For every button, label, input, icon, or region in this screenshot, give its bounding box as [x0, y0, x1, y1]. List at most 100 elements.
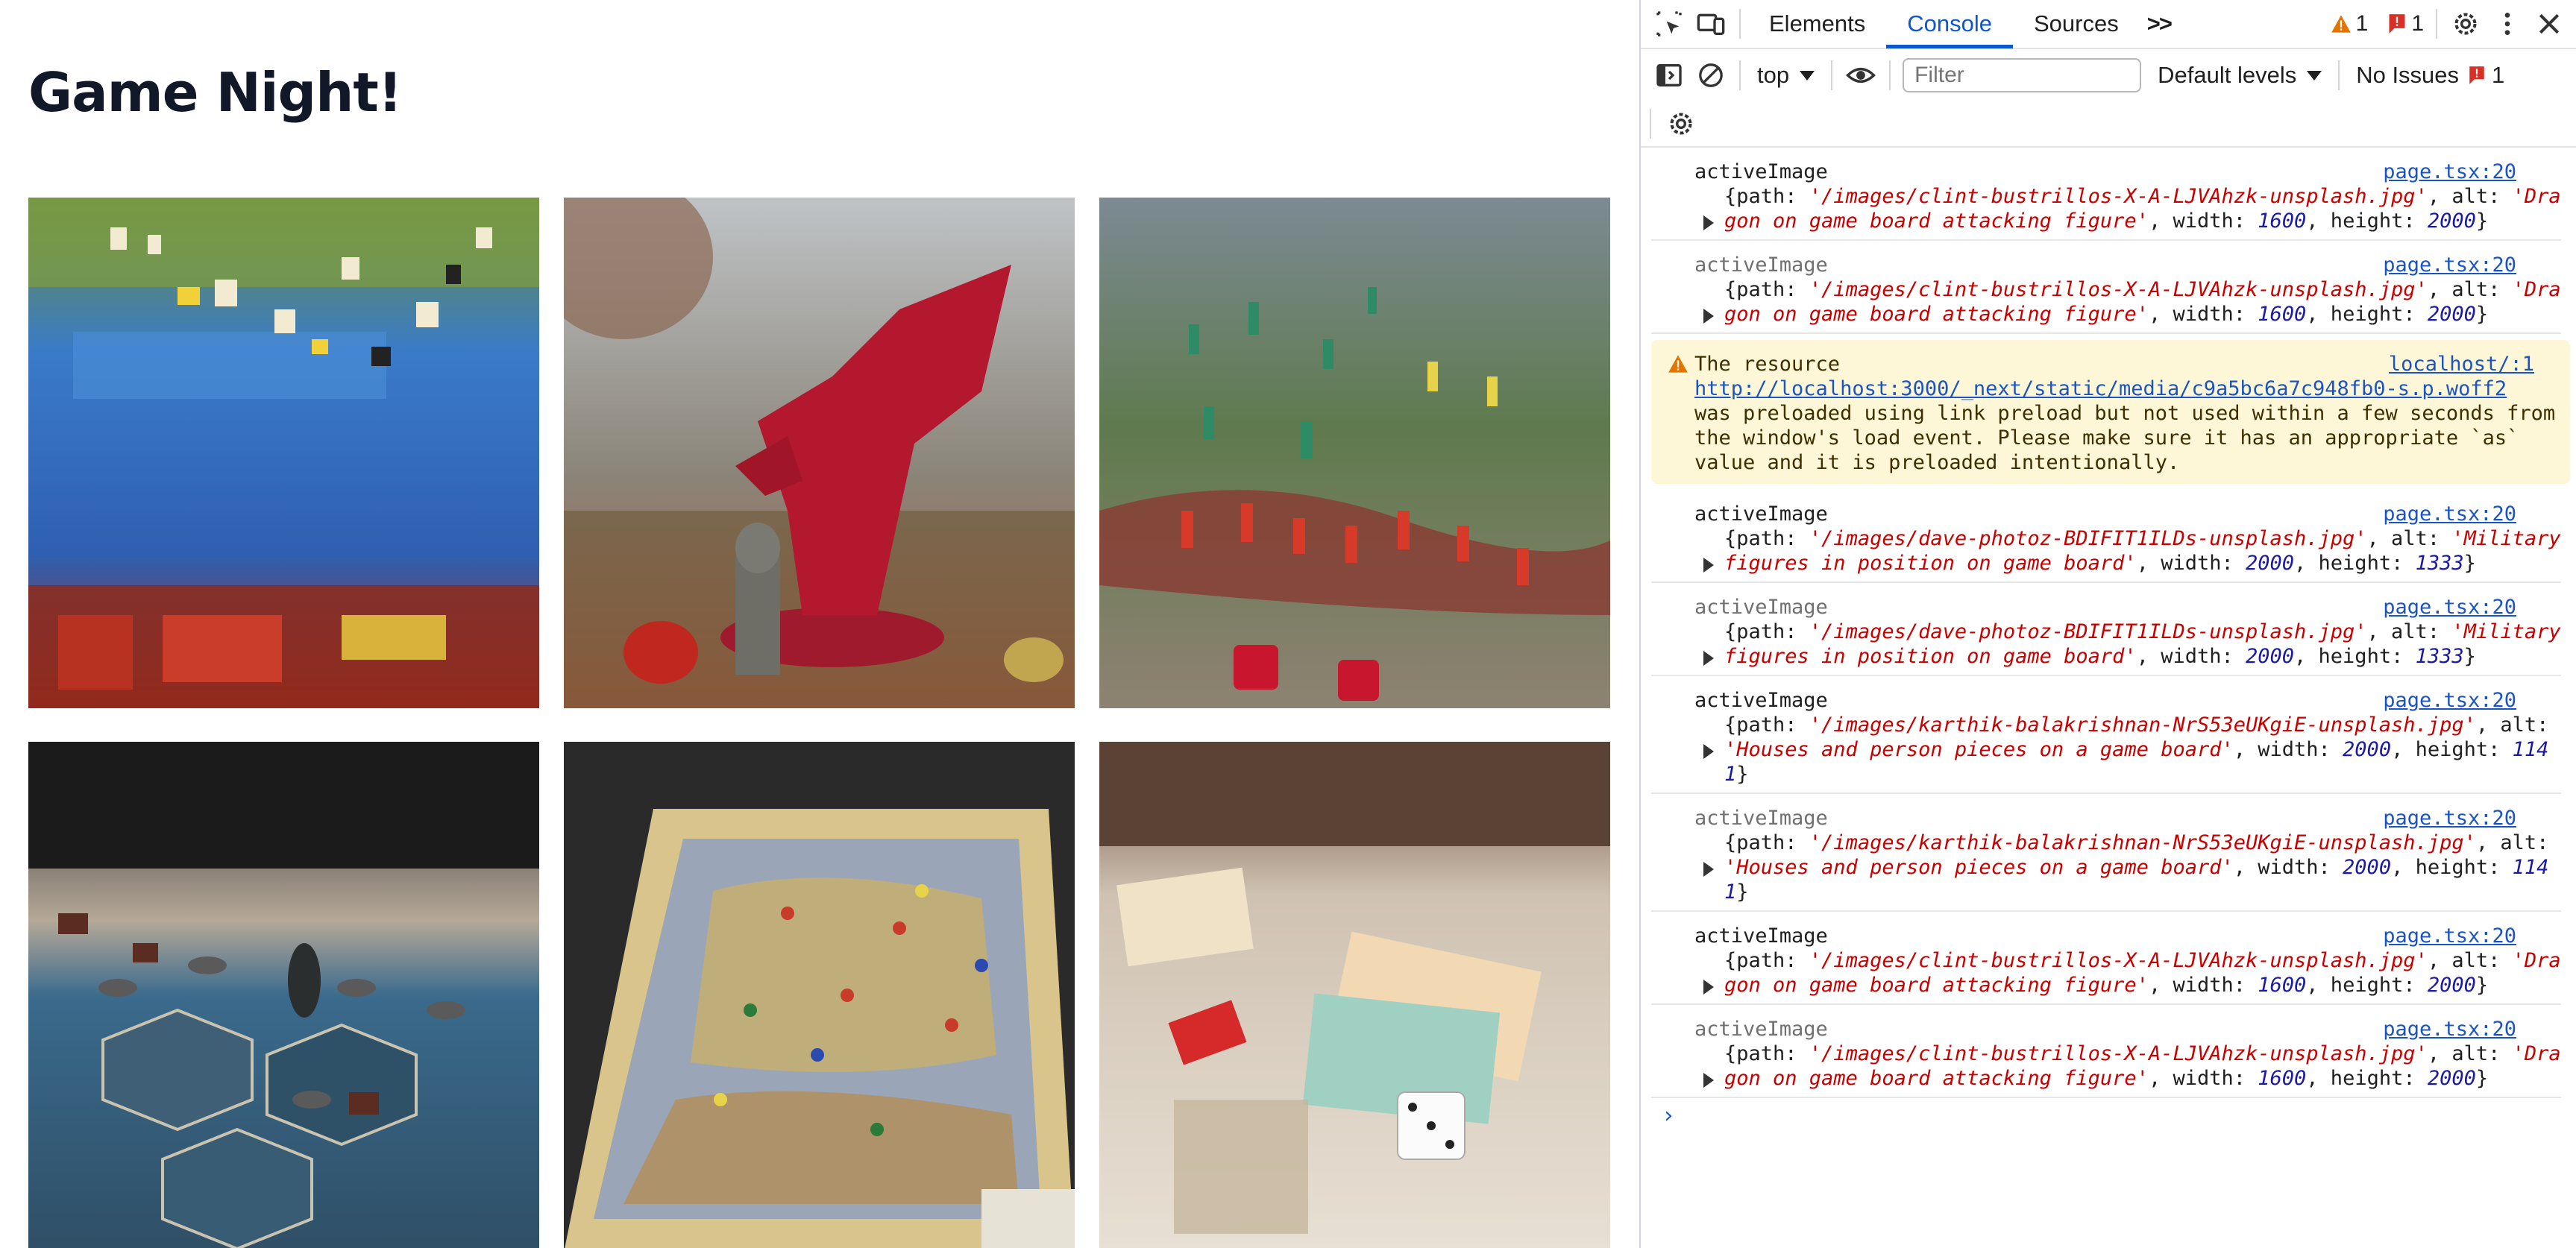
game-image-3[interactable] [1099, 198, 1610, 708]
object-height-value: 2000 [2427, 974, 2476, 997]
log-object-preview[interactable]: {path: '/images/clint-bustrillos-X-A-LJV… [1703, 948, 2561, 998]
expand-triangle-icon[interactable] [1703, 215, 1714, 230]
context-label: top [1757, 62, 1790, 88]
log-label: activeImage [1694, 807, 1828, 830]
game-image-5[interactable] [564, 742, 1075, 1248]
devtools-panel: Elements Console Sources >> 1 1 top Filt… [1639, 0, 2576, 1248]
errors-badge[interactable]: 1 [2387, 11, 2424, 37]
expand-triangle-icon[interactable] [1703, 558, 1714, 573]
console-message-list: activeImage page.tsx:20 {path: '/images/cl… [1641, 148, 2576, 1098]
object-width-value: 1600 [2258, 974, 2307, 997]
clear-console-icon[interactable] [1690, 54, 1732, 96]
errors-count: 1 [2411, 11, 2424, 36]
object-path-value: '/images/clint-bustrillos-X-A-LJVAhzk-un… [1809, 278, 2428, 301]
warning-text-after: was preloaded using link preload but not… [1694, 402, 2556, 474]
log-object-preview[interactable]: {path: '/images/dave-photoz-BDIFIT1ILDs-… [1703, 526, 2561, 576]
toolbar-separator [1739, 9, 1741, 39]
message-source-link[interactable]: localhost/:1 [2389, 352, 2534, 376]
more-tabs-button[interactable]: >> [2140, 0, 2178, 48]
toolbar-separator [1889, 60, 1891, 90]
game-image-2[interactable] [564, 198, 1075, 708]
issues-button[interactable]: No Issues 1 [2356, 62, 2504, 89]
chevron-down-icon [1800, 70, 1815, 81]
console-log-message: activeImage page.tsx:20 {path: '/images/cl… [1651, 1005, 2561, 1098]
log-label: activeImage [1694, 1018, 1828, 1041]
log-object-preview[interactable]: {path: '/images/dave-photoz-BDIFIT1ILDs-… [1703, 620, 2561, 669]
message-source-link[interactable]: page.tsx:20 [2383, 160, 2516, 184]
toolbar-separator [2436, 9, 2437, 39]
tab-elements[interactable]: Elements [1748, 0, 1886, 48]
console-log-message: activeImage page.tsx:20 {path: '/images/cl… [1651, 912, 2561, 1005]
log-label: activeImage [1694, 160, 1828, 183]
expand-triangle-icon[interactable] [1703, 651, 1714, 666]
log-label: activeImage [1694, 596, 1828, 619]
console-prompt-icon[interactable]: › [1662, 1103, 1675, 1129]
warnings-count: 1 [2355, 11, 2369, 36]
expand-triangle-icon[interactable] [1703, 862, 1714, 877]
message-source-link[interactable]: page.tsx:20 [2383, 1017, 2516, 1041]
tab-sources[interactable]: Sources [2013, 0, 2140, 48]
settings-gear-icon[interactable] [2445, 3, 2487, 45]
expand-triangle-icon[interactable] [1703, 980, 1714, 995]
issues-count: 1 [2492, 62, 2505, 88]
expand-triangle-icon[interactable] [1703, 744, 1714, 759]
object-width-value: 1600 [2258, 1067, 2307, 1090]
console-settings-gear-icon[interactable] [1660, 103, 1702, 145]
toolbar-separator [2338, 60, 2340, 90]
log-object-preview[interactable]: {path: '/images/clint-bustrillos-X-A-LJV… [1703, 277, 2561, 327]
object-width-value: 2000 [2246, 552, 2295, 575]
close-devtools-icon[interactable] [2528, 3, 2570, 45]
object-height-value: 1333 [2415, 645, 2464, 668]
log-label: activeImage [1694, 689, 1828, 712]
message-source-link[interactable]: page.tsx:20 [2383, 806, 2516, 831]
object-width-value: 1600 [2258, 303, 2307, 326]
log-object-preview[interactable]: {path: '/images/karthik-balakrishnan-NrS… [1703, 713, 2561, 787]
tab-console[interactable]: Console [1886, 0, 2013, 48]
expand-triangle-icon[interactable] [1703, 1073, 1714, 1088]
expand-triangle-icon[interactable] [1703, 309, 1714, 324]
console-log-message: activeImage page.tsx:20 {path: '/images/da… [1651, 583, 2561, 676]
device-toolbar-icon[interactable] [1690, 3, 1732, 45]
chevron-down-icon [2307, 70, 2322, 81]
filter-input[interactable] [1903, 58, 2142, 92]
warning-text-before: The resource [1694, 353, 1841, 376]
devtools-main-toolbar: Elements Console Sources >> 1 1 [1641, 0, 2576, 49]
warnings-badge[interactable]: 1 [2331, 11, 2369, 37]
console-log-message: activeImage page.tsx:20 {path: '/images/da… [1651, 490, 2561, 583]
log-object-preview[interactable]: {path: '/images/clint-bustrillos-X-A-LJV… [1703, 1041, 2561, 1091]
sidebar-toggle-icon[interactable] [1648, 54, 1690, 96]
console-log-message: activeImage page.tsx:20 {path: '/images/ka… [1651, 794, 2561, 912]
warning-icon [1668, 355, 1688, 373]
inspect-element-icon[interactable] [1648, 3, 1690, 45]
object-height-value: 1333 [2415, 552, 2464, 575]
log-label: activeImage [1694, 924, 1828, 948]
object-width-value: 2000 [2343, 856, 2392, 879]
game-image-6[interactable] [1099, 742, 1610, 1248]
console-settings-row [1641, 101, 2576, 148]
message-source-link[interactable]: page.tsx:20 [2383, 595, 2516, 620]
console-log-message: activeImage page.tsx:20 {path: '/images/cl… [1651, 148, 2561, 241]
message-source-link[interactable]: page.tsx:20 [2383, 253, 2516, 277]
object-height-value: 2000 [2427, 209, 2476, 233]
object-alt-value: 'Houses and person pieces on a game boar… [1724, 856, 2234, 879]
log-levels-label: Default levels [2158, 62, 2297, 88]
error-flag-icon [2389, 14, 2405, 34]
message-source-link[interactable]: page.tsx:20 [2383, 924, 2516, 948]
message-source-link[interactable]: page.tsx:20 [2383, 502, 2516, 526]
log-levels-dropdown[interactable]: Default levels [2158, 62, 2322, 89]
log-label: activeImage [1694, 253, 1828, 277]
object-path-value: '/images/dave-photoz-BDIFIT1ILDs-unsplas… [1809, 527, 2367, 550]
message-source-link[interactable]: page.tsx:20 [2383, 688, 2516, 713]
toolbar-separator [1831, 60, 1833, 90]
warning-resource-link[interactable]: http://localhost:3000/_next/static/media… [1694, 377, 2507, 400]
log-object-preview[interactable]: {path: '/images/clint-bustrillos-X-A-LJV… [1703, 184, 2561, 233]
more-options-icon[interactable] [2487, 3, 2528, 45]
live-expression-eye-icon[interactable] [1840, 54, 1882, 96]
object-alt-value: 'Houses and person pieces on a game boar… [1724, 738, 2234, 761]
log-object-preview[interactable]: {path: '/images/karthik-balakrishnan-NrS… [1703, 831, 2561, 904]
game-image-1[interactable] [28, 198, 539, 708]
context-selector[interactable]: top [1748, 62, 1823, 89]
object-path-value: '/images/karthik-balakrishnan-NrS53eUKgi… [1809, 831, 2476, 854]
object-width-value: 2000 [2343, 738, 2392, 761]
game-image-4[interactable] [28, 742, 539, 1248]
